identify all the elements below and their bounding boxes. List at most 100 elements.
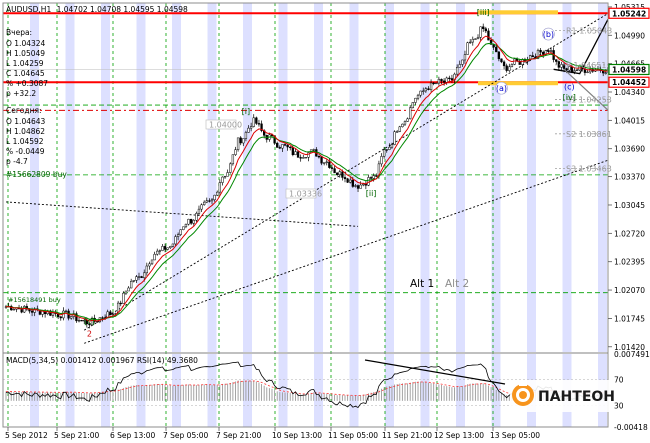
candle-body bbox=[176, 234, 180, 237]
candle-body bbox=[12, 309, 15, 311]
candle-body bbox=[210, 199, 214, 202]
session-band bbox=[314, 3, 323, 352]
yesterday-low: L 1.04259 bbox=[6, 59, 44, 68]
candle-body bbox=[406, 118, 409, 122]
session-band bbox=[598, 3, 607, 352]
candle-body bbox=[80, 320, 83, 322]
price-tick-label: 1.04990 bbox=[614, 31, 645, 40]
session-band bbox=[278, 3, 288, 352]
candle-body bbox=[174, 236, 177, 245]
candle-body bbox=[249, 126, 253, 129]
candle-body bbox=[398, 126, 401, 132]
candle-body bbox=[354, 185, 357, 187]
session-band bbox=[136, 3, 146, 352]
sub-axis-label: -0.00418 bbox=[614, 423, 648, 432]
candle-body bbox=[109, 311, 112, 316]
candle-body bbox=[497, 51, 501, 60]
wave-label: [i] bbox=[242, 107, 250, 116]
candle-body bbox=[169, 246, 172, 249]
wave-label: [c] bbox=[84, 317, 95, 326]
candle-body bbox=[343, 177, 347, 180]
candle-body bbox=[23, 306, 26, 313]
candle-body bbox=[463, 54, 467, 61]
candle-body bbox=[156, 250, 159, 255]
candle-body bbox=[445, 77, 448, 83]
candle-body bbox=[203, 201, 206, 206]
candle-body bbox=[77, 320, 81, 322]
candle-body bbox=[547, 50, 550, 52]
candle-body bbox=[51, 312, 55, 316]
yesterday-label: Вчера: bbox=[6, 28, 32, 37]
wave-label: (c) bbox=[564, 82, 575, 91]
session-band bbox=[456, 3, 465, 352]
candle-body bbox=[388, 146, 391, 150]
candle-body bbox=[221, 176, 224, 183]
pivot-label: S3 1.03463 bbox=[566, 165, 612, 174]
candle-body bbox=[304, 157, 308, 159]
candle-body bbox=[479, 26, 482, 38]
candle-body bbox=[336, 172, 339, 175]
candle-body bbox=[163, 246, 167, 250]
candle-body bbox=[549, 50, 553, 52]
candle-body bbox=[182, 226, 185, 230]
candle-body bbox=[143, 272, 146, 278]
candle-body bbox=[573, 70, 576, 73]
candle-body bbox=[252, 117, 255, 127]
candle-body bbox=[513, 58, 516, 65]
candle-body bbox=[41, 311, 44, 315]
candle-body bbox=[127, 287, 130, 292]
candle-body bbox=[424, 88, 428, 92]
candle-body bbox=[242, 138, 245, 144]
candle-body bbox=[502, 61, 506, 67]
price-tag-label: 1.05242 bbox=[612, 9, 646, 18]
session-band bbox=[65, 3, 75, 352]
candle-body bbox=[200, 204, 203, 210]
candle-body bbox=[440, 78, 443, 82]
candle-body bbox=[223, 175, 227, 178]
wave-label: [iii] bbox=[477, 8, 490, 17]
sub-axis-label: 0.007491 bbox=[614, 350, 650, 359]
candle-body bbox=[367, 177, 370, 186]
wave-label: [iv] bbox=[563, 93, 576, 102]
wave-label: (a) bbox=[496, 84, 507, 93]
candle-body bbox=[442, 80, 446, 83]
sub-axis-label: 70 bbox=[614, 376, 624, 385]
candle-body bbox=[435, 82, 438, 85]
candle-body bbox=[557, 61, 561, 68]
candle-body bbox=[411, 102, 414, 109]
candle-body bbox=[132, 280, 135, 282]
sub-axis-label: 30 bbox=[614, 402, 624, 411]
price-tick-label: 1.01745 bbox=[614, 314, 645, 323]
candle-body bbox=[432, 82, 435, 85]
chart-window: R1 1.05043P 1.04651S1 1.04253S2 1.03861S… bbox=[0, 0, 650, 443]
session-band bbox=[172, 3, 181, 352]
candle-body bbox=[429, 82, 433, 90]
candle-body bbox=[286, 144, 289, 148]
candle-body bbox=[409, 107, 412, 120]
candle-body bbox=[281, 144, 284, 149]
session-band-sub bbox=[349, 354, 359, 427]
candle-body bbox=[291, 147, 295, 156]
session-band bbox=[243, 3, 252, 352]
ohlc-label: 1.04702 1.04708 1.04595 1.04598 bbox=[57, 5, 188, 14]
candle-body bbox=[101, 317, 104, 319]
candle-body bbox=[471, 38, 474, 43]
today-points: p -4.7 bbox=[6, 157, 28, 166]
price-tick-label: 1.04340 bbox=[614, 88, 645, 97]
candle-body bbox=[586, 71, 589, 74]
session-band bbox=[420, 3, 430, 352]
candle-body bbox=[362, 183, 365, 186]
candle-body bbox=[247, 127, 250, 133]
candle-body bbox=[187, 218, 190, 225]
price-tick-label: 1.04015 bbox=[614, 116, 645, 125]
time-tick-label: 5 Sep 21:00 bbox=[54, 431, 100, 440]
pivot-label: S2 1.03861 bbox=[566, 130, 612, 139]
candle-body bbox=[474, 38, 477, 40]
panteon-logo: ПАНТЕОН bbox=[510, 380, 615, 412]
time-tick-label: 11 Sep 21:00 bbox=[382, 431, 432, 440]
today-low: L 1.04592 bbox=[6, 137, 44, 146]
yesterday-high: H 1.05049 bbox=[6, 49, 45, 58]
candle-body bbox=[341, 171, 344, 178]
wave-label: [ii] bbox=[366, 189, 377, 198]
candle-body bbox=[236, 137, 240, 150]
